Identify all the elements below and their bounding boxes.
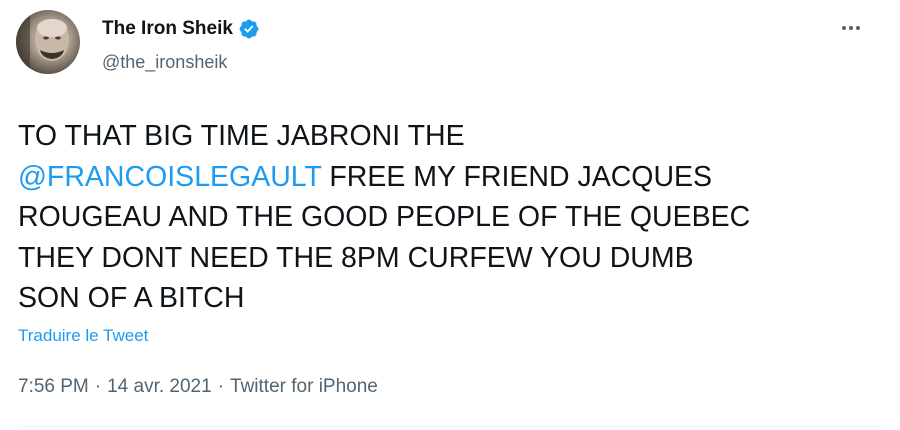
translate-tweet-link[interactable]: Traduire le Tweet bbox=[18, 326, 148, 346]
more-options-icon bbox=[849, 26, 853, 30]
avatar-image bbox=[16, 10, 69, 74]
more-options-icon bbox=[842, 26, 846, 30]
divider bbox=[18, 426, 882, 427]
author-name-row: The Iron Sheik bbox=[102, 18, 260, 40]
tweet-line: @FRANCOISLEGAULT FREE MY FRIEND JACQUES bbox=[18, 157, 878, 198]
more-options-icon bbox=[856, 26, 860, 30]
tweet-metadata: 7:56 PM · 14 avr. 2021 · Twitter for iPhone bbox=[18, 376, 378, 398]
tweet-line: SON OF A BITCH bbox=[18, 282, 245, 314]
tweet-source[interactable]: Twitter for iPhone bbox=[230, 376, 378, 397]
tweet-line: TO THAT BIG TIME JABRONI THE bbox=[18, 120, 465, 152]
verified-badge-icon bbox=[239, 19, 259, 39]
mention-link[interactable]: @FRANCOISLEGAULT bbox=[18, 161, 321, 193]
author-handle[interactable]: @the_ironsheik bbox=[102, 52, 227, 73]
tweet-line-rest: FREE MY FRIEND JACQUES bbox=[321, 160, 713, 193]
meta-separator: · bbox=[94, 376, 102, 397]
tweet-line: THEY DONT NEED THE 8PM CURFEW YOU DUMB bbox=[18, 241, 694, 274]
meta-separator: · bbox=[217, 376, 225, 397]
tweet-time[interactable]: 7:56 PM bbox=[18, 376, 89, 397]
tweet-line: ROUGEAU AND THE GOOD PEOPLE OF THE QUEBE… bbox=[18, 201, 751, 233]
avatar[interactable] bbox=[16, 10, 80, 74]
tweet-date[interactable]: 14 avr. 2021 bbox=[107, 376, 212, 397]
tweet-text: TO THAT BIG TIME JABRONI THE @FRANCOISLE… bbox=[18, 116, 878, 319]
more-options-button[interactable] bbox=[836, 18, 866, 38]
author-display-name[interactable]: The Iron Sheik bbox=[102, 18, 233, 40]
